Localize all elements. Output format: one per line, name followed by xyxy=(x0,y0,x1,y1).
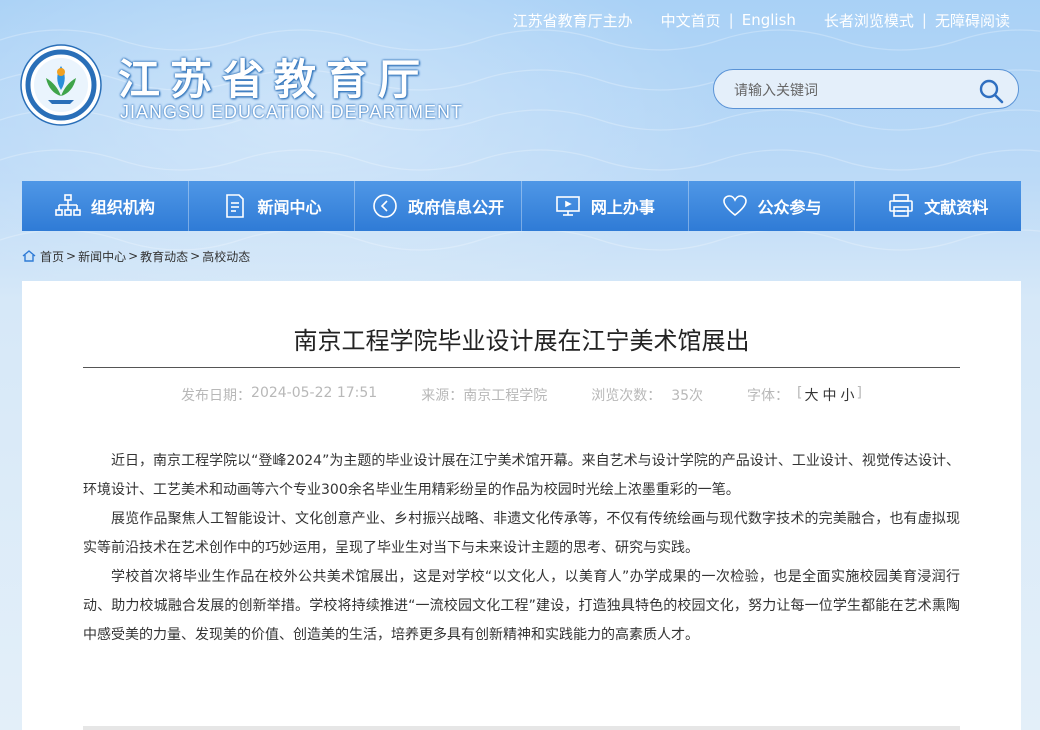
heart-icon xyxy=(722,195,747,217)
org-chart-icon xyxy=(55,194,81,216)
breadcrumb-home[interactable]: 首页 xyxy=(40,248,64,265)
top-links: 江苏省教育厅主办 中文首页 | English 长者浏览模式 | 无障碍阅读 xyxy=(513,10,1010,30)
article-paragraph: 近日，南京工程学院以“登峰2024”为主题的毕业设计展在江宁美术馆开幕。来自艺术… xyxy=(83,453,960,498)
article-title: 南京工程学院毕业设计展在江宁美术馆展出 xyxy=(293,327,750,355)
font-size-medium[interactable]: 中 xyxy=(823,385,837,405)
accessible-reading-link[interactable]: 无障碍阅读 xyxy=(935,10,1010,31)
font-size-large[interactable]: 大 xyxy=(805,385,819,405)
nav-item-org[interactable]: 组织机构 xyxy=(22,181,189,231)
divider: | xyxy=(728,11,734,29)
nav-label: 网上办事 xyxy=(590,198,655,217)
english-link[interactable]: English xyxy=(742,11,796,29)
font-size-selector: 字体： [ 大 中 小 ] xyxy=(747,385,862,405)
article-source: 来源： 南京工程学院 xyxy=(421,388,548,404)
nav-label: 公众参与 xyxy=(757,198,822,217)
breadcrumb-university-news[interactable]: 高校动态 xyxy=(202,248,250,265)
search-input[interactable] xyxy=(732,79,956,103)
breadcrumb-separator: > xyxy=(190,249,201,263)
site-title: 江苏省教育厅 xyxy=(118,55,431,104)
view-count: 浏览次数： 35次 xyxy=(591,388,704,404)
breadcrumb-news[interactable]: 新闻中心 xyxy=(78,248,126,265)
nav-item-online-service[interactable]: 网上办事 xyxy=(522,181,689,231)
document-icon xyxy=(225,194,244,218)
article-meta: 发布日期： 2024-05-22 17:51 来源： 南京工程学院 浏览次数： 35次… xyxy=(22,385,1021,405)
home-icon xyxy=(22,250,36,262)
divider: | xyxy=(921,11,927,29)
breadcrumb-separator: > xyxy=(128,249,139,263)
search-icon[interactable] xyxy=(978,78,1004,104)
font-size-small[interactable]: 小 xyxy=(841,385,855,405)
play-circle-icon xyxy=(373,194,397,218)
breadcrumb-separator: > xyxy=(66,249,77,263)
site-subtitle: JIANGSU EDUCATION DEPARTMENT xyxy=(120,102,464,122)
printer-icon xyxy=(889,194,913,217)
nav-label: 文献资料 xyxy=(924,198,989,217)
host-text: 江苏省教育厅主办 xyxy=(512,11,633,30)
nav-label: 政府信息公开 xyxy=(408,198,505,217)
monitor-icon xyxy=(556,196,580,216)
article-paragraph: 展览作品聚焦人工智能设计、文化创意产业、乡村振兴战略、非遗文化传承等，不仅有传统… xyxy=(83,511,960,556)
article-panel: 南京工程学院毕业设计展在江宁美术馆展出 发布日期： 2024-05-22 17:5… xyxy=(22,281,1021,730)
search-box xyxy=(713,69,1019,109)
home-cn-link[interactable]: 中文首页 xyxy=(661,10,721,31)
wave-pattern xyxy=(0,29,1040,251)
publish-date: 发布日期： 2024-05-22 17:51 xyxy=(181,385,378,404)
title-divider xyxy=(83,367,960,368)
article-content: 近日，南京工程学院以“登峰2024”为主题的毕业设计展在江宁美术馆开幕。来自艺术… xyxy=(83,447,960,650)
nav-label: 新闻中心 xyxy=(257,198,322,217)
nav-label: 组织机构 xyxy=(90,198,155,217)
main-nav: 组织机构 新闻中心 政府信息公开 网上办事 公众参与 文献资料 xyxy=(22,181,1021,231)
breadcrumb-edu-news[interactable]: 教育动态 xyxy=(140,248,188,265)
article-bottom-bar xyxy=(83,726,960,730)
elder-mode-link[interactable]: 长者浏览模式 xyxy=(824,10,914,31)
breadcrumb: 首页 > 新闻中心 > 教育动态 > 高校动态 xyxy=(22,248,250,264)
nav-item-public[interactable]: 公众参与 xyxy=(689,181,856,231)
article-paragraph: 学校首次将毕业生作品在校外公共美术馆展出，这是对学校“以文化人，以美育人”办学成… xyxy=(83,569,960,643)
nav-item-docs[interactable]: 文献资料 xyxy=(855,181,1021,231)
nav-item-news[interactable]: 新闻中心 xyxy=(189,181,356,231)
nav-item-gov-info[interactable]: 政府信息公开 xyxy=(355,181,523,231)
department-logo[interactable] xyxy=(20,44,102,126)
